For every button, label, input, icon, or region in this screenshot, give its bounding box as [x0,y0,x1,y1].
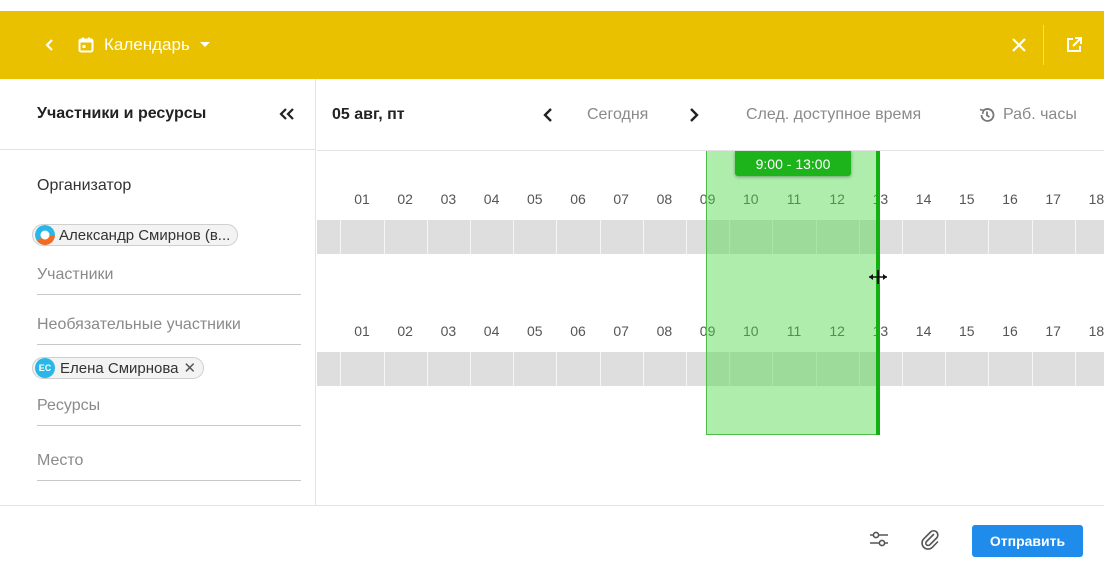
header-right [995,11,1104,79]
time-selection[interactable] [706,151,878,435]
work-hours-button[interactable]: Раб. часы [977,79,1077,150]
hour-label: 02 [397,191,413,207]
hour-gridline [383,352,385,386]
participants-panel-header: Участники и ресурсы [0,79,315,150]
next-available-time-button[interactable]: След. доступное время [746,79,921,150]
hour-label: 01 [354,191,370,207]
chevron-right-icon[interactable] [683,103,705,127]
hour-label: 01 [354,323,370,339]
hour-label: 18 [1088,191,1104,207]
avatar: ЕС [35,358,55,378]
participants-panel: Участники и ресурсы Организатор Александ… [0,79,316,505]
hour-gridline [426,220,428,254]
timeline-toolbar: 05 авг, пт Сегодня След. доступное время… [317,79,1104,150]
hour-gridline [383,220,385,254]
resources-field[interactable]: Ресурсы [37,386,301,426]
hour-label: 04 [483,323,500,339]
hour-label: 18 [1088,323,1104,339]
organizer-label: Организатор [37,177,132,194]
hour-gridline [340,352,342,386]
calendar-icon [76,35,96,55]
hour-gridline [1031,220,1033,254]
organizer-chip[interactable]: Александр Смирнов (в... [32,224,239,246]
optional-participant-name: Елена Смирнова [60,359,179,377]
hour-gridline [556,352,558,386]
participants-panel-title: Участники и ресурсы [37,105,207,122]
hour-gridline [945,352,947,386]
hour-label: 17 [1045,191,1061,207]
current-date: 05 авг, пт [332,105,405,123]
close-icon[interactable] [995,11,1043,79]
hour-gridline [513,220,515,254]
hour-label: 06 [570,191,586,207]
participants-field[interactable]: Участники [37,255,301,295]
hour-gridline [470,352,471,386]
collapse-icon[interactable] [276,103,298,125]
app-title[interactable]: Календарь [104,35,190,55]
hour-gridline [599,352,601,386]
optional-participants-field[interactable]: Необязательные участники [37,305,301,345]
hour-gridline [945,220,947,254]
hour-label: 07 [613,323,629,339]
selection-time-label: 9:00 - 13:00 [735,151,851,176]
footer-divider [0,505,1104,506]
hour-label: 05 [527,191,543,207]
place-field[interactable]: Место [37,441,301,481]
hour-label: 05 [527,323,543,339]
send-button[interactable]: Отправить [972,525,1083,557]
caret-down-icon[interactable] [198,38,212,52]
settings-sliders-icon[interactable] [868,528,890,550]
hour-gridline [902,220,903,254]
hour-gridline [988,352,990,386]
timeline-grid[interactable]: 01 02 03 04 05 06 07 08 09 10 11 12 13 14 15 16 17 18 01 0… [317,151,1104,505]
hour-gridline [556,220,558,254]
attachment-icon[interactable] [918,527,942,551]
hour-gridline [1074,220,1076,254]
hour-label: 14 [915,323,932,339]
window-header: Календарь [0,0,1104,79]
resize-cursor-icon [868,269,888,285]
hour-gridline [470,220,471,254]
hour-gridline [513,352,515,386]
hour-gridline [340,220,342,254]
hour-gridline [642,352,644,386]
hour-label: 06 [570,323,586,339]
open-external-icon[interactable] [1044,11,1104,79]
hour-label: 15 [959,323,975,339]
hour-label: 14 [915,191,932,207]
chevron-left-icon[interactable] [537,103,559,127]
hour-gridline [686,220,687,254]
hour-label: 04 [483,191,500,207]
optional-participant-chip[interactable]: ЕС Елена Смирнова ✕ [32,357,205,379]
hour-label: 03 [440,323,457,339]
hour-label: 16 [1002,323,1018,339]
header-bar: Календарь [0,11,1104,79]
work-hours-label: Раб. часы [1003,105,1077,123]
hour-label: 17 [1045,323,1061,339]
hour-label: 16 [1002,191,1018,207]
hour-label: 08 [656,191,673,207]
hour-gridline [902,352,903,386]
history-clock-icon [977,105,997,125]
hour-gridline [642,220,644,254]
hour-gridline [426,352,428,386]
organizer-name: Александр Смирнов (в... [59,226,231,244]
hour-label: 07 [613,191,629,207]
header-left: Календарь [38,11,212,79]
hour-gridline [1031,352,1033,386]
hour-label: 08 [656,323,673,339]
hour-label: 02 [397,323,413,339]
hour-label: 03 [440,191,457,207]
selection-resize-edge[interactable] [876,151,880,435]
hour-gridline [599,220,601,254]
hour-gridline [1074,352,1076,386]
hour-label: 15 [959,191,975,207]
back-icon[interactable] [38,33,62,57]
hour-gridline [686,352,687,386]
avatar [35,225,55,245]
today-button[interactable]: Сегодня [587,79,648,150]
hour-gridline [988,220,990,254]
remove-chip-icon[interactable]: ✕ [184,359,197,377]
